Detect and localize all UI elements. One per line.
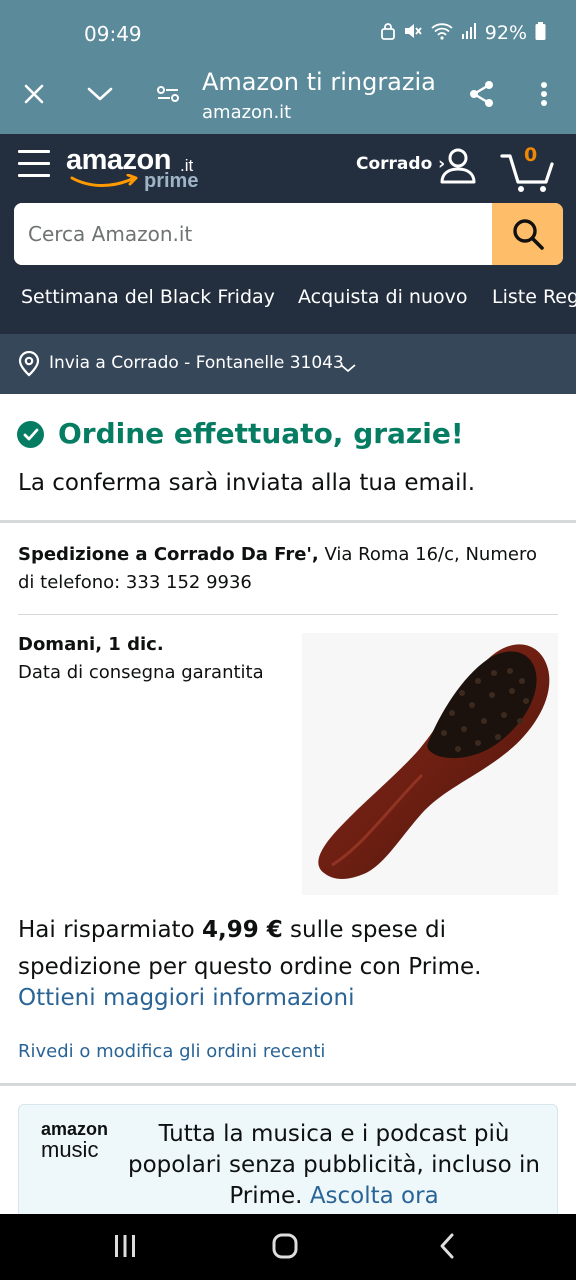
amazon-header: amazon .it prime Corrado › 0 Settimana d…	[0, 134, 576, 334]
signal-icon	[461, 22, 477, 44]
logo-prime: prime	[144, 170, 199, 192]
delivery-date: Domani, 1 dic.	[18, 634, 164, 655]
status-time: 09:49	[84, 22, 142, 46]
nav-link-buy-again[interactable]: Acquista di nuovo	[298, 286, 467, 308]
browser-toolbar: Amazon ti ringrazia amazon.it	[0, 64, 576, 134]
back-icon[interactable]	[436, 1232, 458, 1264]
mute-icon	[403, 22, 423, 44]
battery-icon	[535, 22, 546, 44]
location-pin-icon	[18, 350, 40, 382]
shipping-recipient: Spedizione a Corrado Da Fre',	[18, 544, 319, 565]
nav-link-lists[interactable]: Liste Reg	[492, 286, 576, 308]
recent-orders-link[interactable]: Rivedi o modifica gli ordini recenti	[18, 1041, 325, 1062]
divider	[18, 614, 558, 615]
amazon-prime-logo[interactable]: amazon .it prime	[66, 144, 206, 200]
check-circle-icon	[17, 421, 44, 448]
divider	[0, 520, 576, 523]
account-icon[interactable]	[438, 146, 478, 190]
browser-url[interactable]: amazon.it	[202, 102, 291, 123]
search-bar	[14, 203, 563, 265]
search-input[interactable]	[14, 203, 492, 265]
search-button[interactable]	[492, 203, 563, 265]
delivery-note: Data di consegna garantita	[18, 662, 264, 683]
deliver-to-bar[interactable]: Invia a Corrado - Fontanelle 31043	[0, 334, 576, 394]
amazon-music-logo: amazon music	[41, 1119, 111, 1163]
menu-icon[interactable]	[18, 150, 50, 180]
search-icon	[512, 219, 544, 250]
site-settings-icon[interactable]	[148, 74, 188, 114]
android-nav-bar	[0, 1214, 576, 1280]
music-promo-text: Tutta la musica e i podcast più popolari…	[119, 1119, 549, 1212]
account-link[interactable]: Corrado ›	[356, 154, 445, 174]
shipping-savings: Hai risparmiato 4,99 € sulle spese di sp…	[18, 912, 558, 986]
cart-count: 0	[524, 144, 538, 166]
listen-now-link[interactable]: Ascolta ora	[310, 1183, 439, 1209]
confirmation-title: Ordine effettuato, grazie!	[58, 417, 464, 450]
share-icon[interactable]	[462, 74, 502, 114]
nav-link-black-friday[interactable]: Settimana del Black Friday	[21, 286, 275, 308]
lock-icon	[380, 22, 395, 44]
wifi-icon	[431, 22, 453, 44]
cart-button[interactable]: 0	[500, 144, 556, 194]
browser-page-title: Amazon ti ringrazia	[202, 68, 436, 96]
smile-icon	[70, 174, 138, 187]
order-confirmation: Ordine effettuato, grazie! La conferma s…	[0, 394, 576, 522]
music-logo-music: music	[41, 1137, 99, 1162]
chevron-down-icon[interactable]	[80, 74, 120, 114]
nav-links: Settimana del Black Friday Acquista di n…	[0, 278, 576, 318]
savings-amount: 4,99 €	[201, 917, 283, 943]
more-info-link[interactable]: Ottieni maggiori informazioni	[18, 985, 354, 1011]
savings-pre: Hai risparmiato	[18, 917, 202, 943]
product-image-hairbrush[interactable]	[302, 633, 558, 895]
divider	[0, 1083, 576, 1086]
close-icon[interactable]	[14, 74, 54, 114]
status-icons: 92%	[380, 22, 546, 44]
amazon-music-promo[interactable]: amazon music Tutta la musica e i podcast…	[18, 1104, 558, 1224]
deliver-to-text: Invia a Corrado - Fontanelle 31043	[49, 353, 344, 373]
chevron-down-icon	[340, 358, 356, 378]
more-vert-icon[interactable]	[524, 74, 564, 114]
battery-percent: 92%	[484, 22, 527, 44]
status-bar: 09:49 92%	[0, 0, 576, 64]
recent-apps-icon[interactable]	[112, 1232, 138, 1264]
confirmation-subtitle: La conferma sarà inviata alla tua email.	[18, 470, 476, 496]
home-icon[interactable]	[271, 1232, 299, 1264]
shipping-address: Spedizione a Corrado Da Fre', Via Roma 1…	[18, 541, 558, 597]
